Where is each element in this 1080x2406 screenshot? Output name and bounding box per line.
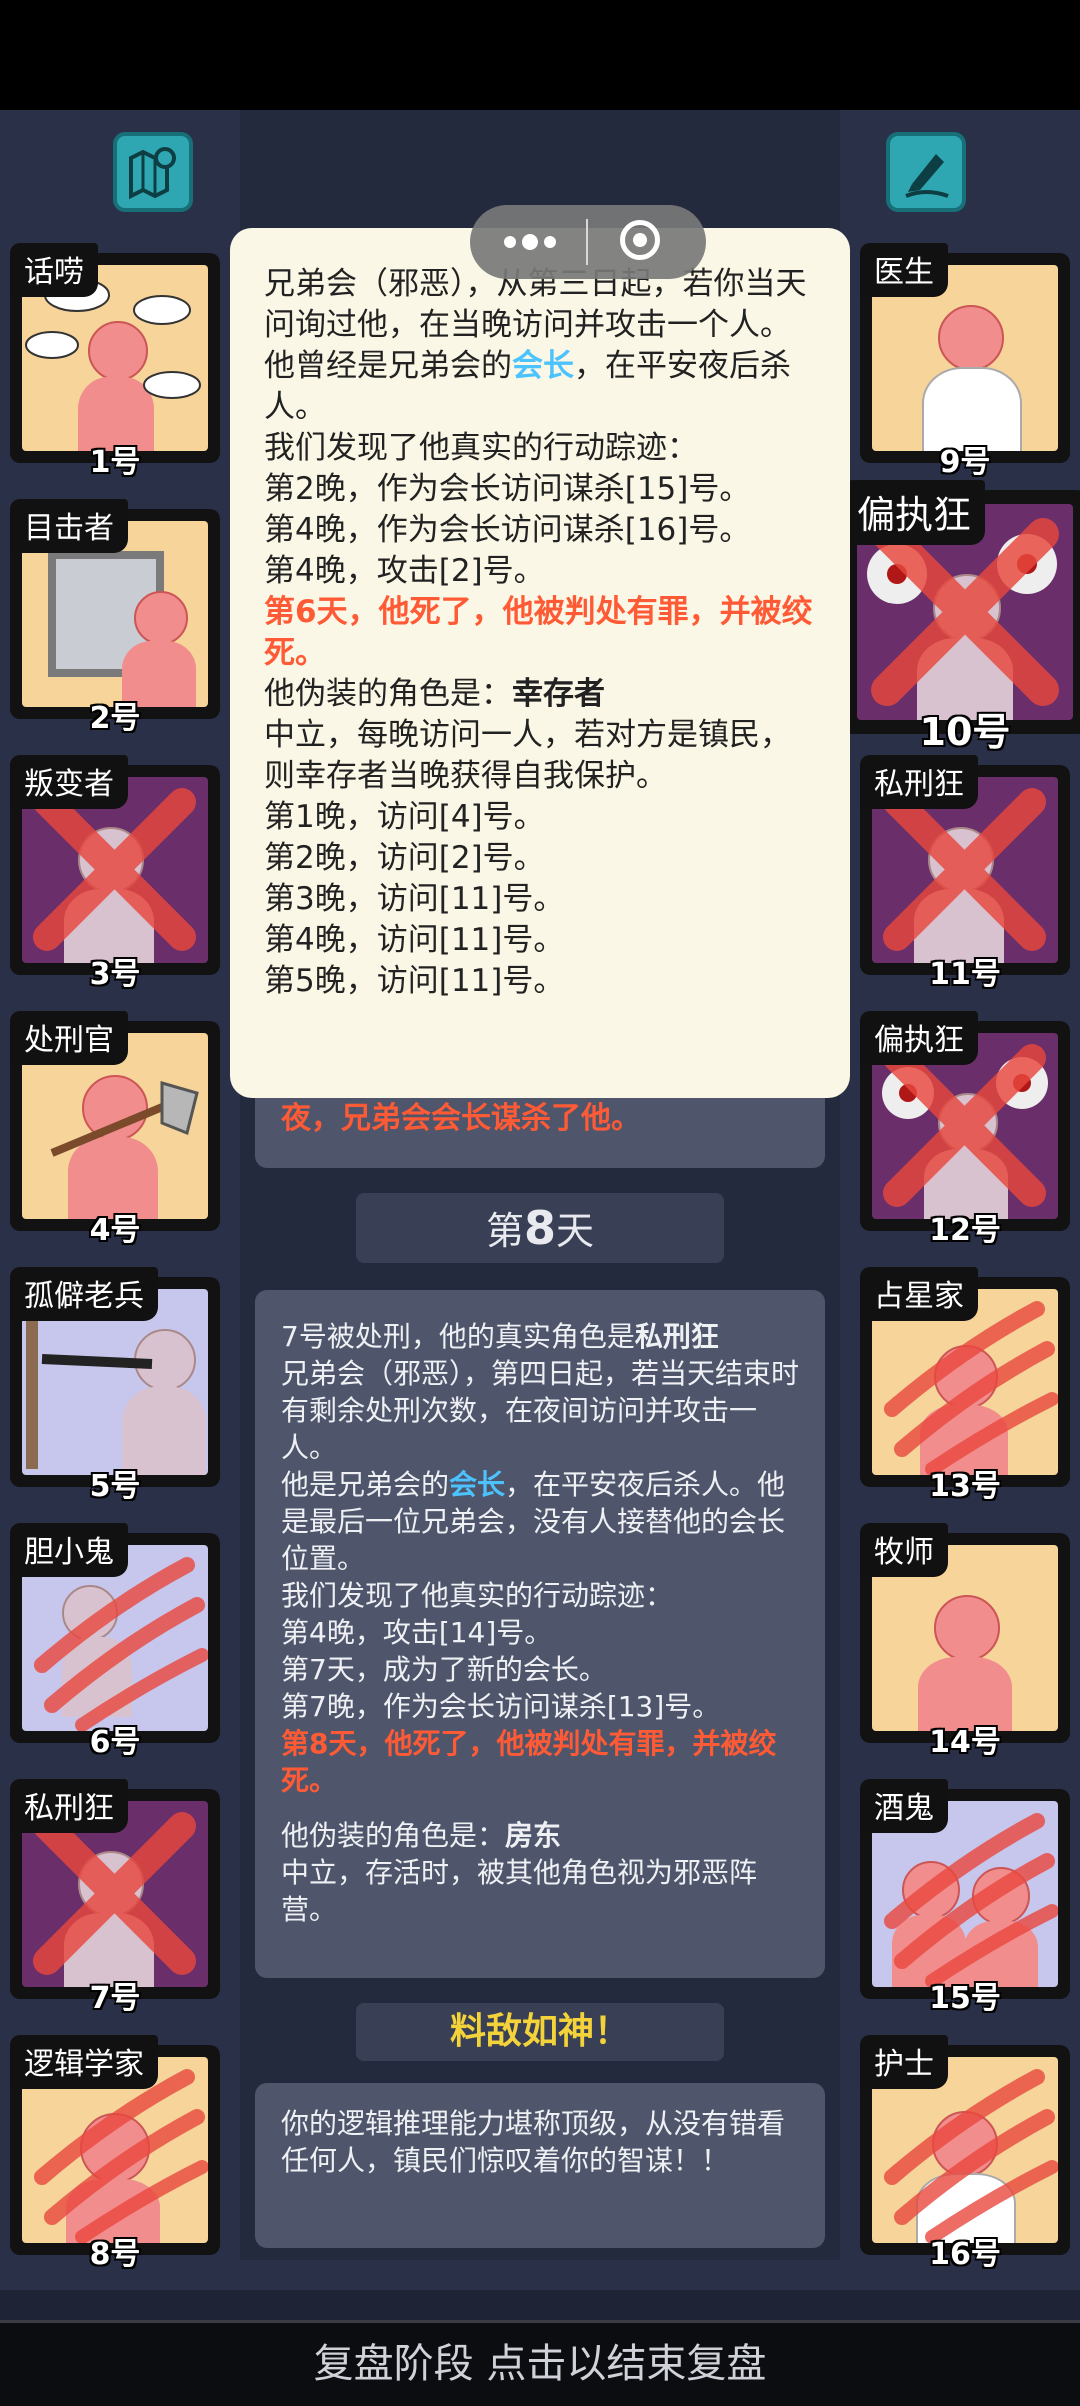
player-number: 5号 [89, 1469, 141, 1504]
role-label: 偏执狂 [860, 1011, 978, 1065]
player-card-2[interactable]: 目击者 2号 [10, 499, 220, 736]
role-label: 孤僻老兵 [10, 1267, 158, 1321]
day-prefix: 第 [485, 1209, 524, 1253]
player-card-3[interactable]: 叛变者 3号 [10, 755, 220, 992]
player-card-10[interactable]: 偏执狂 10号 [843, 480, 1080, 754]
result-title: 料敌如神！ [356, 2003, 724, 2061]
player-card-12[interactable]: 偏执狂 12号 [860, 1011, 1070, 1248]
true-role: 私刑狂 [634, 1320, 719, 1353]
role-label: 私刑狂 [860, 755, 978, 809]
map-button[interactable] [113, 132, 193, 212]
player-card-6[interactable]: 胆小鬼 6号 [10, 1523, 220, 1760]
more-options-icon[interactable] [500, 231, 560, 253]
role-label: 叛变者 [10, 755, 128, 809]
player-card-16[interactable]: 护士 16号 [860, 2035, 1070, 2272]
player-number: 12号 [929, 1213, 1001, 1248]
popup-trace-heading: 我们发现了他真实的行动踪迹： [264, 430, 698, 466]
player-number: 14号 [929, 1725, 1001, 1760]
day-suffix: 天 [556, 1209, 595, 1253]
disguise-role: 房东 [505, 1819, 562, 1852]
role-label: 私刑狂 [10, 1779, 128, 1833]
popup-trace-line: 第4晚，作为会长访问谋杀[16]号。 [264, 512, 751, 548]
popup-leader-a: 他曾经是兄弟会的 [264, 348, 512, 384]
role-label: 偏执狂 [843, 480, 986, 545]
popup-visit-line: 第1晚，访问[4]号。 [264, 799, 545, 835]
popup-trace-line: 第2晚，作为会长访问谋杀[15]号。 [264, 471, 751, 507]
popup-leader-keyword[interactable]: 会长 [512, 348, 574, 384]
role-label: 目击者 [10, 499, 128, 553]
popup-trace-line: 第4晚，攻击[2]号。 [264, 553, 545, 589]
player-number: 7号 [89, 1981, 141, 2016]
player-card-15[interactable]: 酒鬼 15号 [860, 1779, 1070, 2016]
role-label: 医生 [860, 243, 948, 297]
role-label: 处刑官 [10, 1011, 128, 1065]
player-number: 9号 [939, 445, 991, 480]
trace-line: 第4晚，攻击[14]号。 [281, 1616, 553, 1649]
player-card-4[interactable]: 处刑官 4号 [10, 1011, 220, 1248]
player-card-7[interactable]: 私刑狂 7号 [10, 1779, 220, 2016]
end-review-button[interactable]: 复盘阶段 点击以结束复盘 [0, 2320, 1080, 2406]
popup-visit-line: 第4晚，访问[11]号。 [264, 922, 565, 958]
result-panel: 你的逻辑推理能力堪称顶级，从没有错看任何人，镇民们惊叹着你的智谋！！ [255, 2083, 825, 2248]
disguise-label: 他伪装的角色是： [281, 1819, 506, 1852]
role-label: 护士 [860, 2035, 948, 2089]
day-number: 8 [523, 1201, 556, 1255]
player-card-11[interactable]: 私刑狂 11号 [860, 755, 1070, 992]
status-bar [0, 0, 1080, 110]
player-card-9[interactable]: 医生 9号 [860, 243, 1070, 480]
role-label: 逻辑学家 [10, 2035, 158, 2089]
player-number: 11号 [929, 957, 1001, 992]
player-card-1[interactable]: 话唠 1号 [10, 243, 220, 480]
trace-heading: 我们发现了他真实的行动踪迹： [281, 1579, 674, 1612]
role-label: 牧师 [860, 1523, 948, 1577]
player-number: 4号 [89, 1213, 141, 1248]
day-header: 第8天 [356, 1193, 724, 1263]
disguise-description: 中立，存活时，被其他角色视为邪恶阵营。 [281, 1856, 758, 1926]
player-card-13[interactable]: 占星家 13号 [860, 1267, 1070, 1504]
trace-line: 第7天，成为了新的会长。 [281, 1653, 607, 1686]
log-panel-day8: 7号被处刑，他的真实角色是私刑狂 兄弟会（邪恶），第四日起，若当天结束时有剩余处… [255, 1290, 825, 1978]
player-card-8[interactable]: 逻辑学家 8号 [10, 2035, 220, 2272]
popup-death-line: 第6天，他死了，他被判处有罪，并被绞死。 [264, 594, 813, 671]
player-number: 8号 [89, 2237, 141, 2272]
result-text: 你的逻辑推理能力堪称顶级，从没有错看任何人，镇民们惊叹着你的智谋！！ [281, 2107, 786, 2177]
map-pin-icon [129, 147, 176, 200]
player-number: 3号 [89, 957, 141, 992]
player-number: 10号 [919, 710, 1011, 754]
popup-disguise-desc: 中立，每晚访问一人，若对方是镇民，则幸存者当晚获得自我保护。 [264, 717, 791, 794]
player-number: 1号 [89, 445, 141, 480]
pencil-edit-icon [905, 154, 949, 198]
role-label: 占星家 [860, 1267, 978, 1321]
popup-visit-line: 第5晚，访问[11]号。 [264, 963, 565, 999]
popup-visit-line: 第2晚，访问[2]号。 [264, 840, 545, 876]
role-label: 话唠 [10, 243, 98, 297]
player-number: 15号 [929, 1981, 1001, 2016]
player-number: 13号 [929, 1469, 1001, 1504]
player-number: 2号 [89, 701, 141, 736]
player-card-14[interactable]: 牧师 14号 [860, 1523, 1070, 1760]
miniprogram-capsule [470, 205, 706, 279]
death-line: 第8天，他死了，他被判处有罪，并被绞死。 [281, 1727, 777, 1797]
popup-disguise-role: 幸存者 [512, 676, 605, 712]
previous-log-snippet: 夜，兄弟会会长谋杀了他。 [281, 1101, 641, 1136]
role-label: 胆小鬼 [10, 1523, 128, 1577]
leader-text-a: 他是兄弟会的 [281, 1468, 450, 1501]
popup-visit-line: 第3晚，访问[11]号。 [264, 881, 565, 917]
popup-disguise-label: 他伪装的角色是： [264, 676, 512, 712]
execution-text: 7号被处刑，他的真实角色是 [281, 1320, 635, 1353]
leader-keyword[interactable]: 会长 [449, 1468, 505, 1501]
notes-button[interactable] [886, 132, 966, 212]
close-miniprogram-icon[interactable] [620, 220, 660, 260]
player-card-5[interactable]: 孤僻老兵 5号 [10, 1267, 220, 1504]
role-detail-popup[interactable]: 兄弟会（邪恶），从第三日起，若你当天问询过他，在当晚访问并攻击一个人。 他曾经是… [230, 228, 850, 1098]
role-description: 兄弟会（邪恶），第四日起，若当天结束时有剩余处刑次数，在夜间访问并攻击一人。 [281, 1357, 800, 1464]
player-number: 16号 [929, 2237, 1001, 2272]
trace-line: 第7晚，作为会长访问谋杀[13]号。 [281, 1690, 721, 1723]
player-number: 6号 [89, 1725, 141, 1760]
role-label: 酒鬼 [860, 1779, 948, 1833]
